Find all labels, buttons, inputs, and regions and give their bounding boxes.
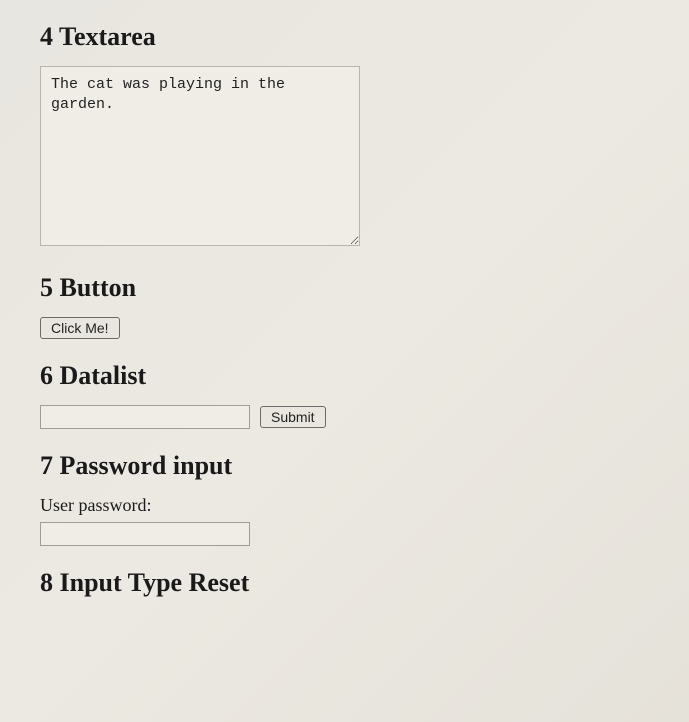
datalist-row <box>40 405 689 429</box>
password-input[interactable] <box>40 522 250 546</box>
textarea-input[interactable]: The cat was playing in the garden. <box>40 66 360 246</box>
click-me-button[interactable]: Click Me! <box>40 317 120 339</box>
datalist-heading: 6 Datalist <box>40 361 689 391</box>
password-label: User password: <box>40 495 689 516</box>
datalist-section: 6 Datalist <box>40 361 689 429</box>
password-heading: 7 Password input <box>40 451 689 481</box>
reset-heading: 8 Input Type Reset <box>40 568 689 598</box>
button-heading: 5 Button <box>40 273 689 303</box>
button-section: 5 Button Click Me! <box>40 273 689 339</box>
reset-section: 8 Input Type Reset <box>40 568 689 598</box>
textarea-section: 4 Textarea The cat was playing in the ga… <box>40 22 689 251</box>
password-section: 7 Password input User password: <box>40 451 689 546</box>
datalist-input[interactable] <box>40 405 250 429</box>
submit-button[interactable] <box>260 406 326 428</box>
textarea-heading: 4 Textarea <box>40 22 689 52</box>
